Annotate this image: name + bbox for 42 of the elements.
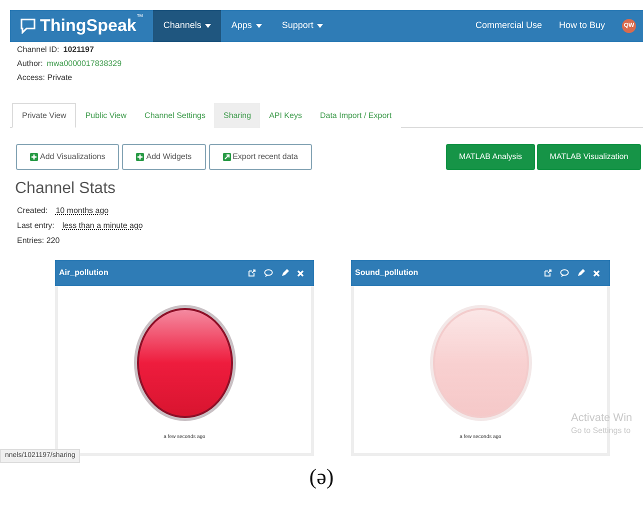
action-button[interactable]: Add Widgets [122, 144, 206, 170]
nav-menu[interactable]: Support [272, 10, 334, 42]
comment-icon[interactable] [264, 269, 273, 277]
caret-icon [205, 24, 212, 28]
nav-menu[interactable]: Channels [153, 10, 222, 42]
plus-icon [136, 153, 144, 161]
author-link[interactable]: mwa0000017838329 [46, 57, 122, 71]
pencil-icon[interactable] [577, 269, 585, 277]
entries-text: Entries: 220 [17, 235, 61, 247]
last-entry-value: less than a minute ago [62, 220, 143, 232]
close-icon[interactable] [593, 270, 600, 276]
stat-label: Last entry: [17, 220, 54, 232]
caret-icon [256, 24, 262, 28]
channel-id: 1021197 [63, 44, 94, 56]
comment-icon[interactable] [560, 269, 569, 277]
caret-icon [317, 24, 324, 28]
info-label: Channel ID: [17, 44, 60, 56]
created-value: 10 months ago [56, 205, 109, 217]
widget-title: Air_pollution [59, 267, 110, 279]
action-button[interactable]: Export recent data [208, 144, 312, 170]
plus-icon [30, 153, 38, 161]
tab[interactable]: Private View [12, 103, 76, 128]
matlab-button[interactable]: MATLAB Analysis [446, 144, 535, 170]
nav-menu[interactable]: Apps [221, 10, 272, 42]
pencil-icon[interactable] [281, 269, 289, 277]
access-text: Access: Private [17, 72, 74, 84]
external-link-icon[interactable] [544, 269, 552, 277]
chat-bubble-icon [20, 18, 36, 34]
nav-link[interactable]: Commercial Use [475, 19, 542, 33]
export-icon [222, 153, 231, 161]
nav-link[interactable]: How to Buy [558, 19, 605, 33]
action-button[interactable]: Add Visualizations [16, 144, 120, 170]
close-icon[interactable] [297, 270, 304, 276]
external-link-icon[interactable] [248, 269, 256, 277]
stats-title: Channel Stats [14, 179, 117, 199]
tab[interactable]: Sharing [214, 103, 260, 128]
info-label: Author: [17, 58, 43, 70]
widget-title: Sound_pollution [355, 267, 420, 279]
brand-logo[interactable]: ThingSpeak [40, 13, 136, 39]
caption: (ə) [308, 464, 335, 490]
matlab-button[interactable]: MATLAB Visualization [537, 144, 641, 170]
stat-label: Created: [17, 205, 48, 217]
